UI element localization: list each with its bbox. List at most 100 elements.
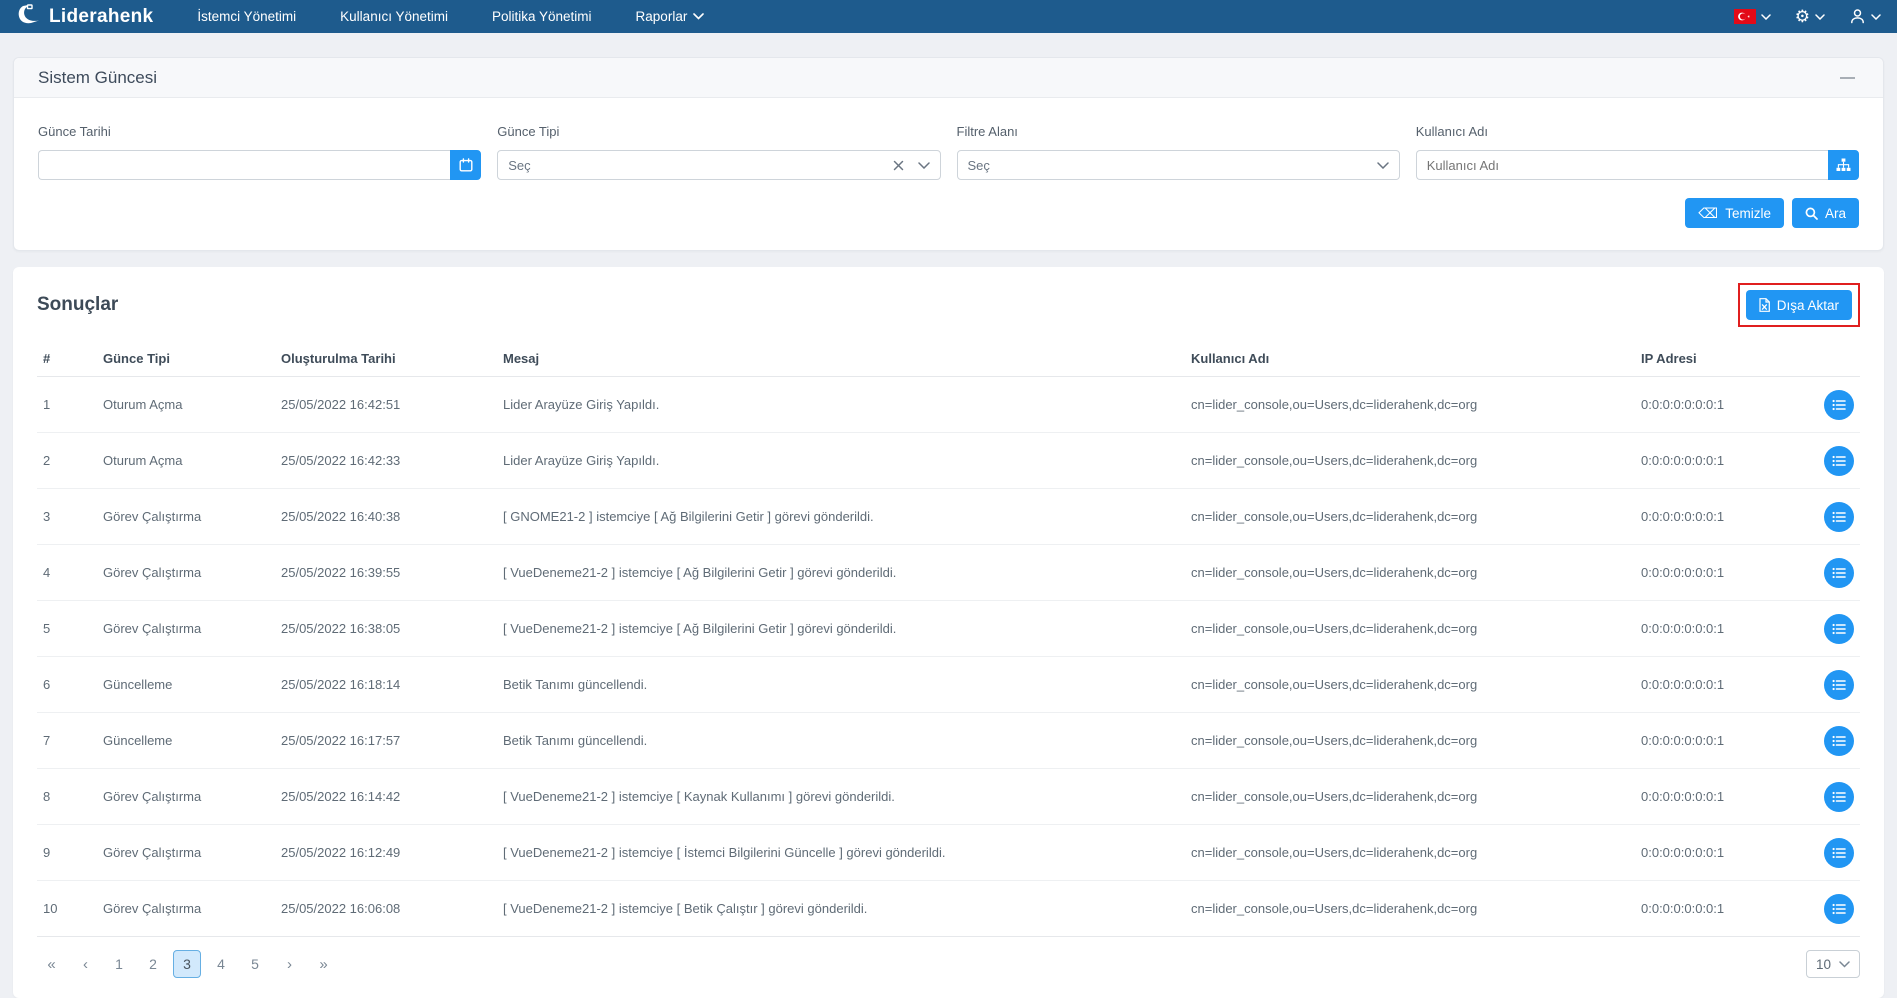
cell-gunce-tipi: Oturum Açma — [97, 376, 275, 433]
cell-row-number: 8 — [37, 768, 97, 825]
brand-name: Liderahenk — [49, 5, 154, 27]
cell-mesaj: [ VueDeneme21-2 ] istemciye [ Betik Çalı… — [497, 880, 1185, 937]
page-size-select[interactable]: 10 — [1805, 950, 1860, 978]
cell-row-number: 2 — [37, 432, 97, 489]
header-tarih[interactable]: Oluşturulma Tarihi — [275, 341, 497, 377]
user-icon — [1851, 9, 1864, 24]
cell-gunce-tipi: Görev Çalıştırma — [97, 488, 275, 545]
cell-ip-adresi: 0:0:0:0:0:0:0:1 — [1635, 544, 1800, 601]
settings-menu[interactable]: ⚙ — [1795, 8, 1825, 25]
header-ip-adresi[interactable]: IP Adresi — [1635, 341, 1800, 377]
cell-kullanici-adi: cn=lider_console,ou=Users,dc=liderahenk,… — [1185, 376, 1635, 433]
row-detail-button[interactable] — [1824, 781, 1854, 812]
filter-actions: ⌫ Temizle Ara — [38, 198, 1859, 228]
header-number[interactable]: # — [37, 341, 97, 377]
cell-row-number: 6 — [37, 656, 97, 713]
cell-ip-adresi: 0:0:0:0:0:0:0:1 — [1635, 600, 1800, 657]
page-1-button[interactable]: 1 — [105, 950, 133, 978]
page-next-button[interactable]: › — [275, 950, 303, 978]
calendar-button[interactable] — [450, 150, 482, 180]
account-menu[interactable] — [1849, 8, 1881, 25]
table-row: 9 Görev Çalıştırma 25/05/2022 16:12:49[ Vu… — [37, 824, 1860, 881]
menu-istemci-yonetimi[interactable]: İstemci Yönetimi — [197, 9, 296, 24]
ldap-tree-button[interactable] — [1828, 150, 1859, 180]
list-detail-icon — [1832, 679, 1846, 690]
clear-x-icon[interactable] — [893, 160, 904, 171]
cell-gunce-tipi: Güncelleme — [97, 656, 275, 713]
chevron-down-icon — [1761, 13, 1771, 20]
annotation-highlight: Dışa Aktar — [1737, 283, 1860, 327]
cell-mesaj: [ VueDeneme21-2 ] istemciye [ Ağ Bilgile… — [497, 544, 1185, 601]
cell-ip-adresi: 0:0:0:0:0:0:0:1 — [1635, 880, 1800, 937]
table-row: 1 Oturum Açma 25/05/2022 16:42:51 Lider Ara… — [37, 376, 1860, 433]
row-detail-button[interactable] — [1824, 501, 1854, 532]
cell-tarih: 25/05/2022 16:17:57 — [275, 712, 497, 769]
cell-row-number: 4 — [37, 544, 97, 601]
chevron-down-icon — [1377, 161, 1389, 169]
filter-area-select[interactable]: Seç — [956, 150, 1400, 180]
clear-button[interactable]: ⌫ Temizle — [1685, 198, 1784, 228]
collapse-panel-button[interactable]: — — [1836, 67, 1859, 88]
system-log-table: # Günce Tipi Oluşturulma Tarihi Mesaj Ku… — [37, 341, 1860, 937]
table-row: 3 Görev Çalıştırma 25/05/2022 16:40:38[ GN… — [37, 488, 1860, 545]
username-input[interactable] — [1415, 150, 1828, 180]
list-detail-icon — [1832, 511, 1846, 522]
cell-ip-adresi: 0:0:0:0:0:0:0:1 — [1635, 712, 1800, 769]
row-detail-button[interactable] — [1824, 725, 1854, 756]
filter-field-user: Kullanıcı Adı — [1415, 124, 1859, 180]
brand[interactable]: Liderahenk — [16, 3, 153, 30]
export-button[interactable]: Dışa Aktar — [1745, 290, 1852, 320]
filter-panel-body: Günce Tarihi Günce Tipi Seç Filtre Alanı… — [14, 98, 1883, 250]
page-prev-button[interactable]: ‹ — [71, 950, 99, 978]
page-2-button[interactable]: 2 — [139, 950, 167, 978]
cell-gunce-tipi: Görev Çalıştırma — [97, 768, 275, 825]
cell-tarih: 25/05/2022 16:12:49 — [275, 824, 497, 881]
table-row: 5 Görev Çalıştırma 25/05/2022 16:38:05[ Vu… — [37, 600, 1860, 657]
cell-ip-adresi: 0:0:0:0:0:0:0:1 — [1635, 824, 1800, 881]
chevron-down-icon — [1839, 960, 1850, 968]
menu-politika-yonetimi[interactable]: Politika Yönetimi — [492, 9, 592, 24]
cell-tarih: 25/05/2022 16:38:05 — [275, 600, 497, 657]
cell-kullanici-adi: cn=lider_console,ou=Users,dc=liderahenk,… — [1185, 768, 1635, 825]
cell-gunce-tipi: Görev Çalıştırma — [97, 600, 275, 657]
cell-row-number: 1 — [37, 376, 97, 433]
cell-tarih: 25/05/2022 16:14:42 — [275, 768, 497, 825]
cell-row-number: 7 — [37, 712, 97, 769]
page-4-button[interactable]: 4 — [207, 950, 235, 978]
page-first-button[interactable]: « — [37, 950, 65, 978]
table-footer: « ‹ 1 2 3 4 5 › » 10 — [13, 937, 1884, 994]
cell-row-number: 9 — [37, 824, 97, 881]
row-detail-button[interactable] — [1824, 893, 1854, 924]
page-5-button[interactable]: 5 — [241, 950, 269, 978]
type-select[interactable]: Seç — [497, 150, 941, 180]
header-gunce-tipi[interactable]: Günce Tipi — [97, 341, 275, 377]
page-last-button[interactable]: » — [309, 950, 337, 978]
header-mesaj[interactable]: Mesaj — [497, 341, 1185, 377]
page-3-button-active[interactable]: 3 — [173, 950, 201, 978]
row-detail-button[interactable] — [1824, 389, 1854, 420]
date-input[interactable] — [38, 150, 451, 180]
menu-kullanici-yonetimi[interactable]: Kullanıcı Yönetimi — [340, 9, 448, 24]
list-detail-icon — [1832, 567, 1846, 578]
type-label: Günce Tipi — [497, 124, 560, 139]
cell-ip-adresi: 0:0:0:0:0:0:0:1 — [1635, 768, 1800, 825]
row-detail-button[interactable] — [1824, 613, 1854, 644]
row-detail-button[interactable] — [1824, 669, 1854, 700]
chevron-down-icon — [1871, 13, 1881, 20]
search-button[interactable]: Ara — [1791, 198, 1859, 228]
chevron-down-icon — [1815, 13, 1825, 20]
results-title: Sonuçlar — [37, 294, 119, 315]
header-kullanici-adi[interactable]: Kullanıcı Adı — [1185, 341, 1635, 377]
cell-kullanici-adi: cn=lider_console,ou=Users,dc=liderahenk,… — [1185, 824, 1635, 881]
language-selector[interactable] — [1733, 9, 1771, 24]
filter-field-area: Filtre Alanı Seç — [956, 124, 1400, 180]
filter-field-type: Günce Tipi Seç — [497, 124, 941, 180]
menu-raporlar[interactable]: Raporlar — [636, 9, 705, 24]
filter-panel-header: Sistem Güncesi — — [14, 58, 1883, 98]
row-detail-button[interactable] — [1824, 837, 1854, 868]
cell-mesaj: Betik Tanımı güncellendi. — [497, 712, 1185, 769]
row-detail-button[interactable] — [1824, 557, 1854, 588]
row-detail-button[interactable] — [1824, 445, 1854, 476]
pagination: « ‹ 1 2 3 4 5 › » — [37, 950, 337, 978]
cell-row-number: 5 — [37, 600, 97, 657]
